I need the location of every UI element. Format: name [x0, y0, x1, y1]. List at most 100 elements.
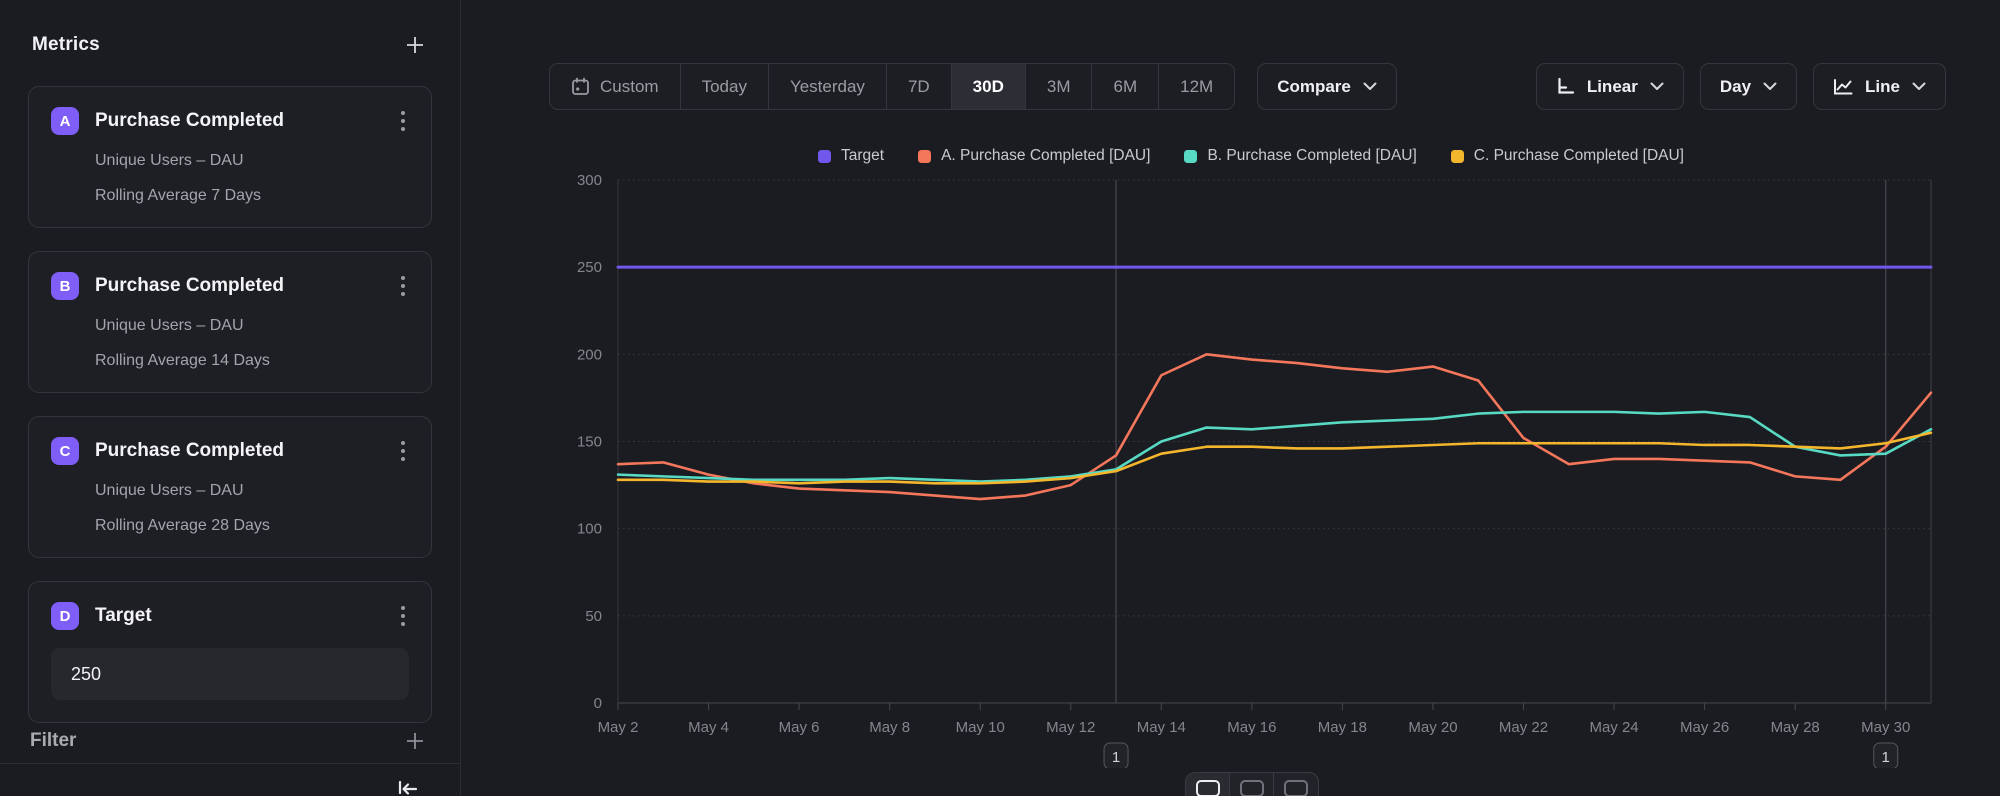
sidebar: Metrics A Purchase Completed Unique User… — [0, 0, 461, 796]
svg-text:300: 300 — [577, 172, 602, 189]
view-toggle-option-1[interactable] — [1186, 773, 1230, 796]
chart-display-controls: Linear Day Line — [1536, 63, 1946, 110]
svg-text:250: 250 — [577, 259, 602, 276]
date-range-option-today[interactable]: Today — [681, 64, 769, 109]
chart-type-select-button[interactable]: Line — [1813, 63, 1946, 110]
svg-text:1: 1 — [1112, 749, 1120, 766]
chevron-down-icon — [1763, 82, 1777, 91]
metric-card: B Purchase Completed Unique Users – DAU … — [28, 251, 432, 393]
chevron-down-icon — [1363, 82, 1377, 91]
metric-title: Purchase Completed — [95, 275, 381, 297]
legend-swatch — [1451, 150, 1464, 163]
date-range-option-3m[interactable]: 3M — [1026, 64, 1093, 109]
chart-legend: Target A. Purchase Completed [DAU] B. Pu… — [556, 147, 1946, 165]
sidebar-divider — [0, 763, 460, 764]
svg-text:May 12: May 12 — [1046, 719, 1095, 736]
view-toggle-option-3[interactable] — [1274, 773, 1318, 796]
svg-text:May 30: May 30 — [1861, 719, 1910, 736]
filter-header: Filter — [30, 726, 430, 756]
legend-label: Target — [841, 147, 884, 165]
svg-text:May 18: May 18 — [1318, 719, 1367, 736]
date-range-option-6m[interactable]: 6M — [1092, 64, 1159, 109]
scale-select-button[interactable]: Linear — [1536, 63, 1684, 110]
legend-swatch — [1184, 150, 1197, 163]
date-range-option-label: 6M — [1113, 77, 1137, 97]
metrics-dashboard: Metrics A Purchase Completed Unique User… — [0, 0, 2000, 796]
date-range-option-7d[interactable]: 7D — [887, 64, 952, 109]
metric-measure: Unique Users – DAU — [95, 152, 409, 170]
svg-text:May 2: May 2 — [598, 719, 639, 736]
line-chart: 050100150200250300May 2May 4May 6May 8Ma… — [556, 168, 1946, 773]
date-range-option-label: 30D — [973, 77, 1004, 97]
legend-item[interactable]: A. Purchase Completed [DAU] — [918, 147, 1150, 165]
date-range-option-label: 7D — [908, 77, 930, 97]
metric-menu-button[interactable] — [397, 437, 409, 465]
metric-title: Purchase Completed — [95, 110, 381, 132]
chart-canvas[interactable]: 050100150200250300May 2May 4May 6May 8Ma… — [556, 168, 1946, 768]
target-card: D Target — [28, 581, 432, 723]
metric-measure: Unique Users – DAU — [95, 317, 409, 335]
legend-item[interactable]: C. Purchase Completed [DAU] — [1451, 147, 1684, 165]
filter-title: Filter — [30, 730, 76, 752]
svg-text:May 10: May 10 — [956, 719, 1005, 736]
metric-title: Purchase Completed — [95, 440, 381, 462]
chevron-down-icon — [1912, 82, 1926, 91]
add-filter-button[interactable] — [400, 726, 430, 756]
svg-text:50: 50 — [585, 608, 602, 625]
date-range-option-30d[interactable]: 30D — [952, 64, 1026, 109]
svg-text:May 20: May 20 — [1408, 719, 1457, 736]
date-range-option-label: Custom — [600, 77, 659, 97]
target-card-title: Target — [95, 605, 381, 627]
metric-measure: Unique Users – DAU — [95, 482, 409, 500]
legend-item[interactable]: B. Purchase Completed [DAU] — [1184, 147, 1416, 165]
svg-text:May 4: May 4 — [688, 719, 729, 736]
metric-menu-button[interactable] — [397, 107, 409, 135]
date-range-option-yesterday[interactable]: Yesterday — [769, 64, 887, 109]
svg-text:May 16: May 16 — [1227, 719, 1276, 736]
metric-badge: C — [51, 437, 79, 465]
date-range-option-12m[interactable]: 12M — [1159, 64, 1234, 109]
view-toggle-group — [1185, 772, 1319, 796]
svg-text:May 24: May 24 — [1589, 719, 1638, 736]
metric-menu-button[interactable] — [397, 272, 409, 300]
legend-item[interactable]: Target — [818, 147, 884, 165]
line-chart-icon — [1833, 78, 1853, 96]
svg-text:May 8: May 8 — [869, 719, 910, 736]
panel-icon — [1196, 780, 1220, 796]
target-menu-button[interactable] — [397, 602, 409, 630]
metric-badge: D — [51, 602, 79, 630]
scale-label: Linear — [1587, 77, 1638, 97]
date-range-option-label: 12M — [1180, 77, 1213, 97]
view-toggle-option-2[interactable] — [1230, 773, 1274, 796]
compare-button[interactable]: Compare — [1257, 63, 1397, 110]
legend-swatch — [918, 150, 931, 163]
collapse-sidebar-button[interactable] — [390, 774, 424, 796]
kebab-icon — [401, 276, 405, 296]
metric-card: A Purchase Completed Unique Users – DAU … — [28, 86, 432, 228]
chart-panel: Custom Today Yesterday 7D 30D 3M 6M 12M … — [461, 0, 2000, 796]
chart-type-label: Line — [1865, 77, 1900, 97]
date-range-selector: Custom Today Yesterday 7D 30D 3M 6M 12M — [549, 63, 1235, 110]
svg-text:150: 150 — [577, 434, 602, 451]
svg-text:May 26: May 26 — [1680, 719, 1729, 736]
plus-icon — [404, 730, 426, 752]
metrics-title: Metrics — [32, 34, 100, 56]
svg-text:May 6: May 6 — [779, 719, 820, 736]
date-range-option-custom[interactable]: Custom — [550, 64, 681, 109]
metric-card: C Purchase Completed Unique Users – DAU … — [28, 416, 432, 558]
metric-transform: Rolling Average 7 Days — [95, 187, 409, 205]
chevron-down-icon — [1650, 82, 1664, 91]
panel-icon — [1284, 780, 1308, 796]
svg-text:May 28: May 28 — [1771, 719, 1820, 736]
legend-swatch — [818, 150, 831, 163]
target-value-input[interactable] — [51, 648, 409, 700]
annotation-badge[interactable]: 1 — [1874, 743, 1898, 768]
kebab-icon — [401, 606, 405, 626]
granularity-select-button[interactable]: Day — [1700, 63, 1797, 110]
panel-icon — [1240, 780, 1264, 796]
metric-badge: B — [51, 272, 79, 300]
add-metric-button[interactable] — [400, 30, 430, 60]
granularity-label: Day — [1720, 77, 1751, 97]
svg-text:1: 1 — [1882, 749, 1890, 766]
annotation-badge[interactable]: 1 — [1104, 743, 1128, 768]
